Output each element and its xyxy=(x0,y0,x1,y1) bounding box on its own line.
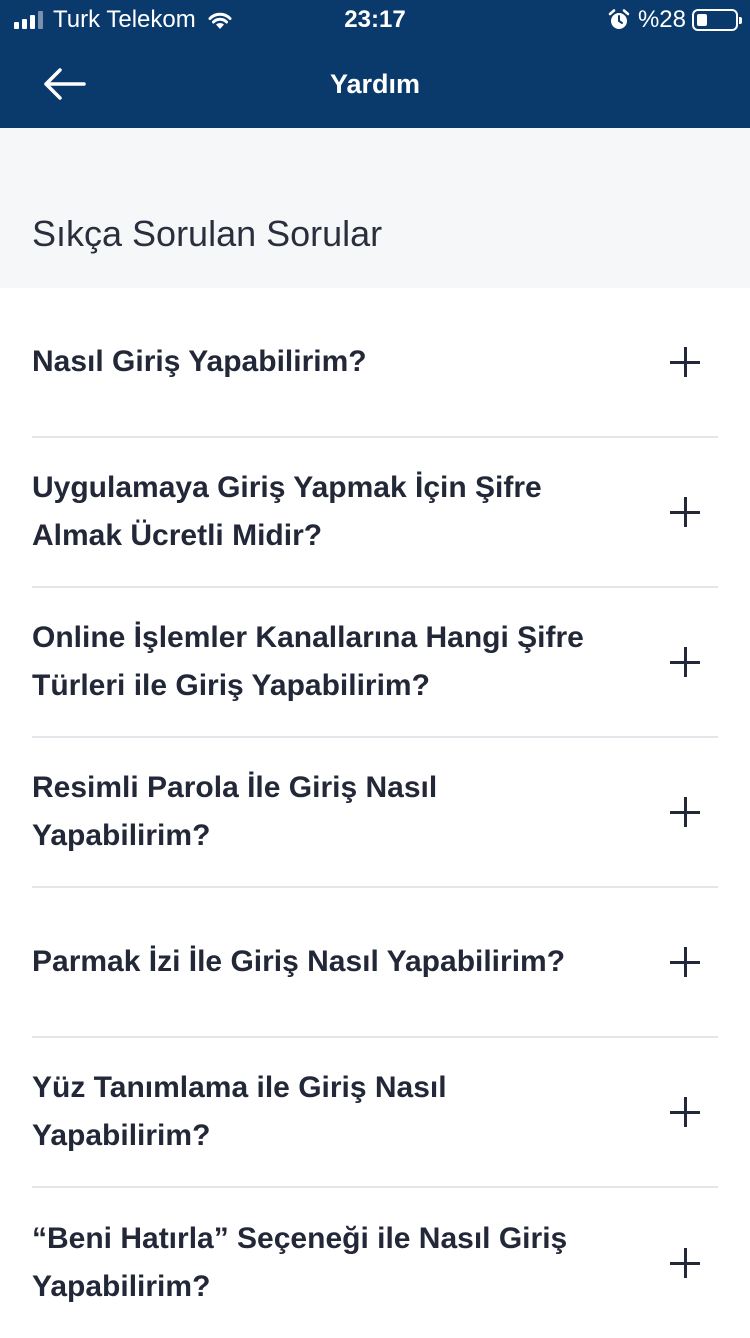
faq-question: Uygulamaya Giriş Yapmak İçin Şifre Almak… xyxy=(32,471,542,552)
plus-icon[interactable] xyxy=(670,1097,700,1127)
faq-item[interactable]: “Beni Hatırla” Seçeneği ile Nasıl Giriş … xyxy=(32,1188,718,1338)
faq-list: Nasıl Giriş Yapabilirim? Uygulamaya Giri… xyxy=(0,288,750,1338)
faq-question: Parmak İzi İle Giriş Nasıl Yapabilirim? xyxy=(32,945,566,978)
battery-icon xyxy=(692,9,742,31)
plus-icon[interactable] xyxy=(670,1248,700,1278)
faq-item[interactable]: Resimli Parola İle Giriş Nasıl Yapabilir… xyxy=(32,738,718,888)
section-title: Sıkça Sorulan Sorular xyxy=(32,213,383,254)
faq-question: “Beni Hatırla” Seçeneği ile Nasıl Giriş … xyxy=(32,1222,568,1303)
faq-section-header: Sıkça Sorulan Sorular xyxy=(0,128,750,288)
status-right: %28 xyxy=(608,6,742,33)
status-bar: Turk Telekom 23:17 %28 xyxy=(0,0,750,40)
faq-item[interactable]: Nasıl Giriş Yapabilirim? xyxy=(32,288,718,438)
page-title: Yardım xyxy=(329,69,421,99)
battery-level xyxy=(697,14,707,26)
faq-question: Online İşlemler Kanallarına Hangi Şifre … xyxy=(32,621,584,702)
plus-icon[interactable] xyxy=(670,947,700,977)
faq-item[interactable]: Uygulamaya Giriş Yapmak İçin Şifre Almak… xyxy=(32,438,718,588)
faq-question: Yüz Tanımlama ile Giriş Nasıl Yapabiliri… xyxy=(32,1071,447,1152)
faq-question: Nasıl Giriş Yapabilirim? xyxy=(32,345,367,378)
plus-icon[interactable] xyxy=(670,647,700,677)
plus-icon[interactable] xyxy=(670,797,700,827)
plus-icon[interactable] xyxy=(670,347,700,377)
app-header: Turk Telekom 23:17 %28 Yardım xyxy=(0,0,750,128)
faq-item[interactable]: Parmak İzi İle Giriş Nasıl Yapabilirim? xyxy=(32,888,718,1038)
faq-item[interactable]: Online İşlemler Kanallarına Hangi Şifre … xyxy=(32,588,718,738)
faq-question: Resimli Parola İle Giriş Nasıl Yapabilir… xyxy=(32,771,438,852)
alarm-icon xyxy=(608,9,630,29)
nav-bar: Yardım xyxy=(0,40,750,128)
plus-icon[interactable] xyxy=(670,497,700,527)
battery-percent: %28 xyxy=(637,6,686,33)
faq-item[interactable]: Yüz Tanımlama ile Giriş Nasıl Yapabiliri… xyxy=(32,1038,718,1188)
